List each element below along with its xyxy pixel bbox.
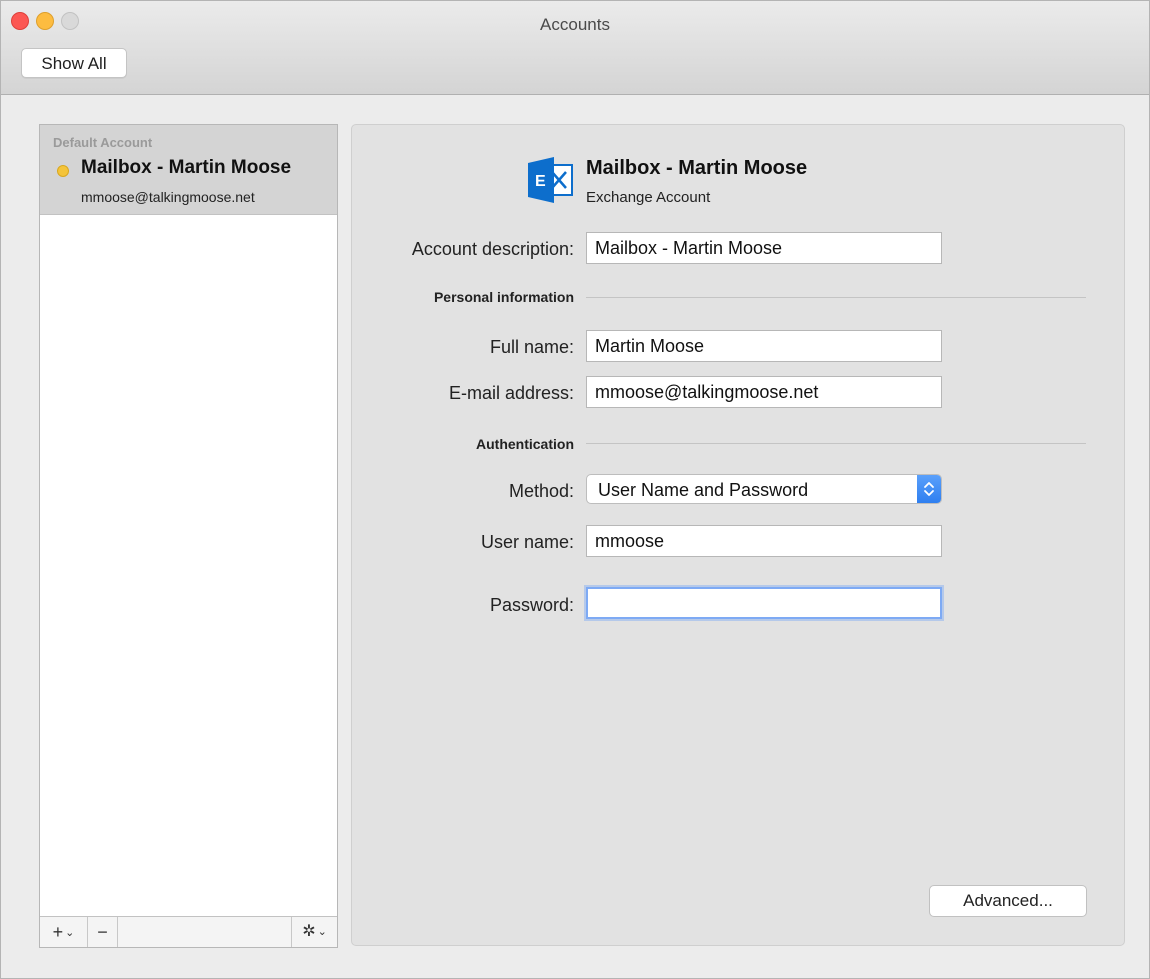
add-account-button[interactable]: + ⌄ xyxy=(40,917,88,947)
sidebar-item-account[interactable]: Default Account Mailbox - Martin Moose m… xyxy=(40,125,337,215)
section-divider xyxy=(586,443,1086,444)
sidebar-group-label: Default Account xyxy=(53,135,153,150)
sidebar-account-name: Mailbox - Martin Moose xyxy=(81,157,292,178)
password-input[interactable] xyxy=(586,587,942,619)
section-divider xyxy=(586,297,1086,298)
email-address-input[interactable] xyxy=(586,376,942,408)
window-title: Accounts xyxy=(540,15,610,34)
select-arrows-icon xyxy=(917,475,941,503)
account-title: Mailbox - Martin Moose xyxy=(586,157,808,179)
advanced-button[interactable]: Advanced... xyxy=(929,885,1087,917)
user-name-label: User name: xyxy=(480,532,574,552)
account-description-label: Account description: xyxy=(411,239,574,259)
minus-icon: − xyxy=(97,922,108,942)
show-all-button[interactable]: Show All xyxy=(21,48,127,78)
personal-info-heading: Personal information xyxy=(433,289,574,305)
chevron-down-icon: ⌄ xyxy=(65,927,75,940)
authentication-heading: Authentication xyxy=(476,436,574,452)
title-bar: Accounts Show All xyxy=(1,1,1149,95)
account-status-icon xyxy=(57,165,69,177)
gear-menu-button[interactable]: ✲ ⌄ xyxy=(291,917,337,947)
remove-account-button[interactable]: − xyxy=(88,917,118,947)
exchange-icon-letter: E xyxy=(535,173,546,190)
accounts-sidebar: Default Account Mailbox - Martin Moose m… xyxy=(39,124,338,948)
user-name-input[interactable] xyxy=(586,525,942,557)
accounts-window: Accounts Show All Default Account Mailbo… xyxy=(0,0,1150,979)
method-label: Method: xyxy=(508,481,574,501)
method-select-value: User Name and Password xyxy=(598,480,809,500)
account-type: Exchange Account xyxy=(586,189,711,206)
sidebar-account-email: mmoose@talkingmoose.net xyxy=(81,189,255,205)
gear-icon: ✲ xyxy=(302,923,316,941)
email-address-label: E-mail address: xyxy=(448,383,574,403)
plus-icon: + xyxy=(52,922,64,942)
full-name-label: Full name: xyxy=(489,337,574,357)
full-name-input[interactable] xyxy=(586,330,942,362)
password-label: Password: xyxy=(489,595,574,615)
account-details-panel: E Mailbox - Martin Moose Exchange Accoun… xyxy=(351,124,1125,946)
chevron-down-icon: ⌄ xyxy=(317,926,327,938)
exchange-icon: E xyxy=(528,157,573,203)
sidebar-toolbar: + ⌄ − ✲ ⌄ xyxy=(40,916,337,947)
account-description-input[interactable] xyxy=(586,232,942,264)
method-select[interactable]: User Name and Password xyxy=(586,474,942,504)
